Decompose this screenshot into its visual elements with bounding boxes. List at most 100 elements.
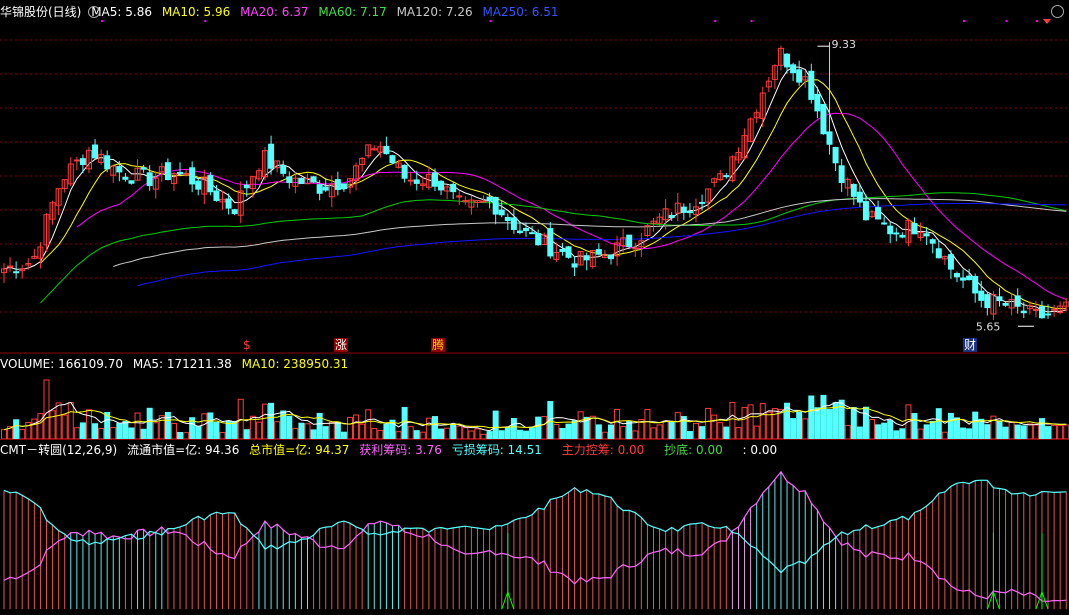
volume-bar	[425, 417, 432, 440]
settings-icon[interactable]	[88, 6, 100, 18]
candle-body	[984, 294, 991, 309]
volume-bar	[456, 425, 463, 440]
candle-body	[790, 64, 797, 74]
candle-body	[686, 211, 693, 214]
candle-body	[966, 275, 973, 281]
candle-body	[875, 207, 882, 220]
volume-bar	[820, 394, 827, 440]
volume-bar	[140, 428, 147, 440]
candle-body	[195, 180, 202, 190]
volume-bar	[207, 412, 214, 440]
candle-body	[699, 201, 706, 204]
candle-body	[73, 159, 80, 162]
volume-bar	[37, 413, 44, 440]
volume-bar	[450, 424, 457, 440]
volume-bar	[941, 431, 948, 440]
volume-bar	[183, 432, 190, 440]
candle-body	[832, 146, 839, 164]
volume-bar	[480, 433, 487, 440]
volume-bar	[887, 419, 894, 440]
candle-body	[996, 296, 1003, 302]
candle-body	[929, 239, 936, 244]
volume-bar	[850, 407, 857, 440]
volume-bar	[13, 419, 20, 440]
volume-bar	[614, 409, 621, 440]
volume-bar	[875, 424, 882, 440]
volume-bar	[777, 408, 784, 440]
candle-body	[486, 196, 493, 202]
candle-body	[1014, 295, 1021, 307]
volume-bar	[353, 414, 360, 440]
volume-bar	[935, 408, 942, 440]
volume-bar	[826, 409, 833, 440]
signal-dot	[750, 20, 753, 22]
candle-body	[523, 227, 530, 232]
volume-bar	[61, 414, 68, 440]
ma20-line	[76, 112, 1067, 300]
volume-bar	[292, 427, 299, 440]
volume-bar	[340, 431, 347, 440]
candle-body	[389, 155, 396, 164]
volume-bar	[796, 411, 803, 440]
volume-bar	[504, 426, 511, 440]
volume-bar	[765, 411, 772, 440]
volume-bar	[49, 410, 56, 440]
volume-bar	[419, 431, 426, 440]
volume-bar	[814, 407, 821, 440]
candle-body	[826, 131, 833, 145]
volume-bar	[231, 420, 238, 440]
volume-chart[interactable]	[0, 354, 1069, 440]
marker-dollar: $	[243, 338, 251, 352]
volume-bar	[984, 424, 991, 440]
info-icon[interactable]	[1051, 5, 1064, 18]
volume-bar	[656, 424, 663, 440]
candle-body	[340, 183, 347, 190]
volume-bar	[960, 427, 967, 440]
volume-bar	[116, 422, 123, 440]
candle-body	[504, 216, 511, 221]
volume-bar	[438, 428, 445, 440]
signal-dot	[204, 20, 207, 22]
volume-bar	[577, 411, 584, 440]
volume-bar	[152, 422, 159, 440]
volume-bar	[468, 430, 475, 440]
volume-bar	[262, 403, 269, 440]
volume-bar	[632, 430, 639, 440]
candle-body	[450, 183, 457, 193]
volume-bar	[19, 428, 26, 440]
candle-body	[516, 230, 523, 233]
candle-body	[850, 184, 857, 197]
candle-body	[680, 206, 687, 213]
volume-bar	[492, 410, 499, 440]
candle-body	[164, 162, 171, 181]
candle-body	[401, 164, 408, 179]
candle-body	[595, 249, 602, 255]
price-chart[interactable]: 9.33 5.65	[0, 0, 1069, 354]
volume-bar	[699, 426, 706, 440]
candle-body	[498, 209, 505, 216]
candle-body	[887, 225, 894, 235]
candle-body	[407, 179, 414, 182]
candle-body	[1032, 308, 1039, 311]
candle-body	[1045, 313, 1052, 316]
volume-bar	[541, 416, 548, 440]
candle-body	[1020, 310, 1027, 314]
volume-bar	[881, 422, 888, 440]
volume-bar	[1014, 424, 1021, 440]
volume-bar	[444, 427, 451, 440]
volume-bar	[55, 402, 62, 440]
candle-body	[334, 179, 341, 190]
candle-body	[1002, 302, 1009, 306]
volume-bar	[304, 423, 311, 440]
dropdown-arrow-icon[interactable]	[1043, 19, 1051, 24]
volume-bar	[978, 418, 985, 440]
volume-bar	[431, 416, 438, 440]
volume-bar	[73, 427, 80, 440]
cmt-chart[interactable]	[0, 440, 1069, 615]
volume-bar	[741, 406, 748, 440]
candle-body	[480, 200, 487, 203]
volume-bar	[802, 418, 809, 440]
high-price-label: 9.33	[832, 38, 857, 51]
candle-body	[608, 254, 614, 260]
volume-bar	[711, 414, 718, 440]
